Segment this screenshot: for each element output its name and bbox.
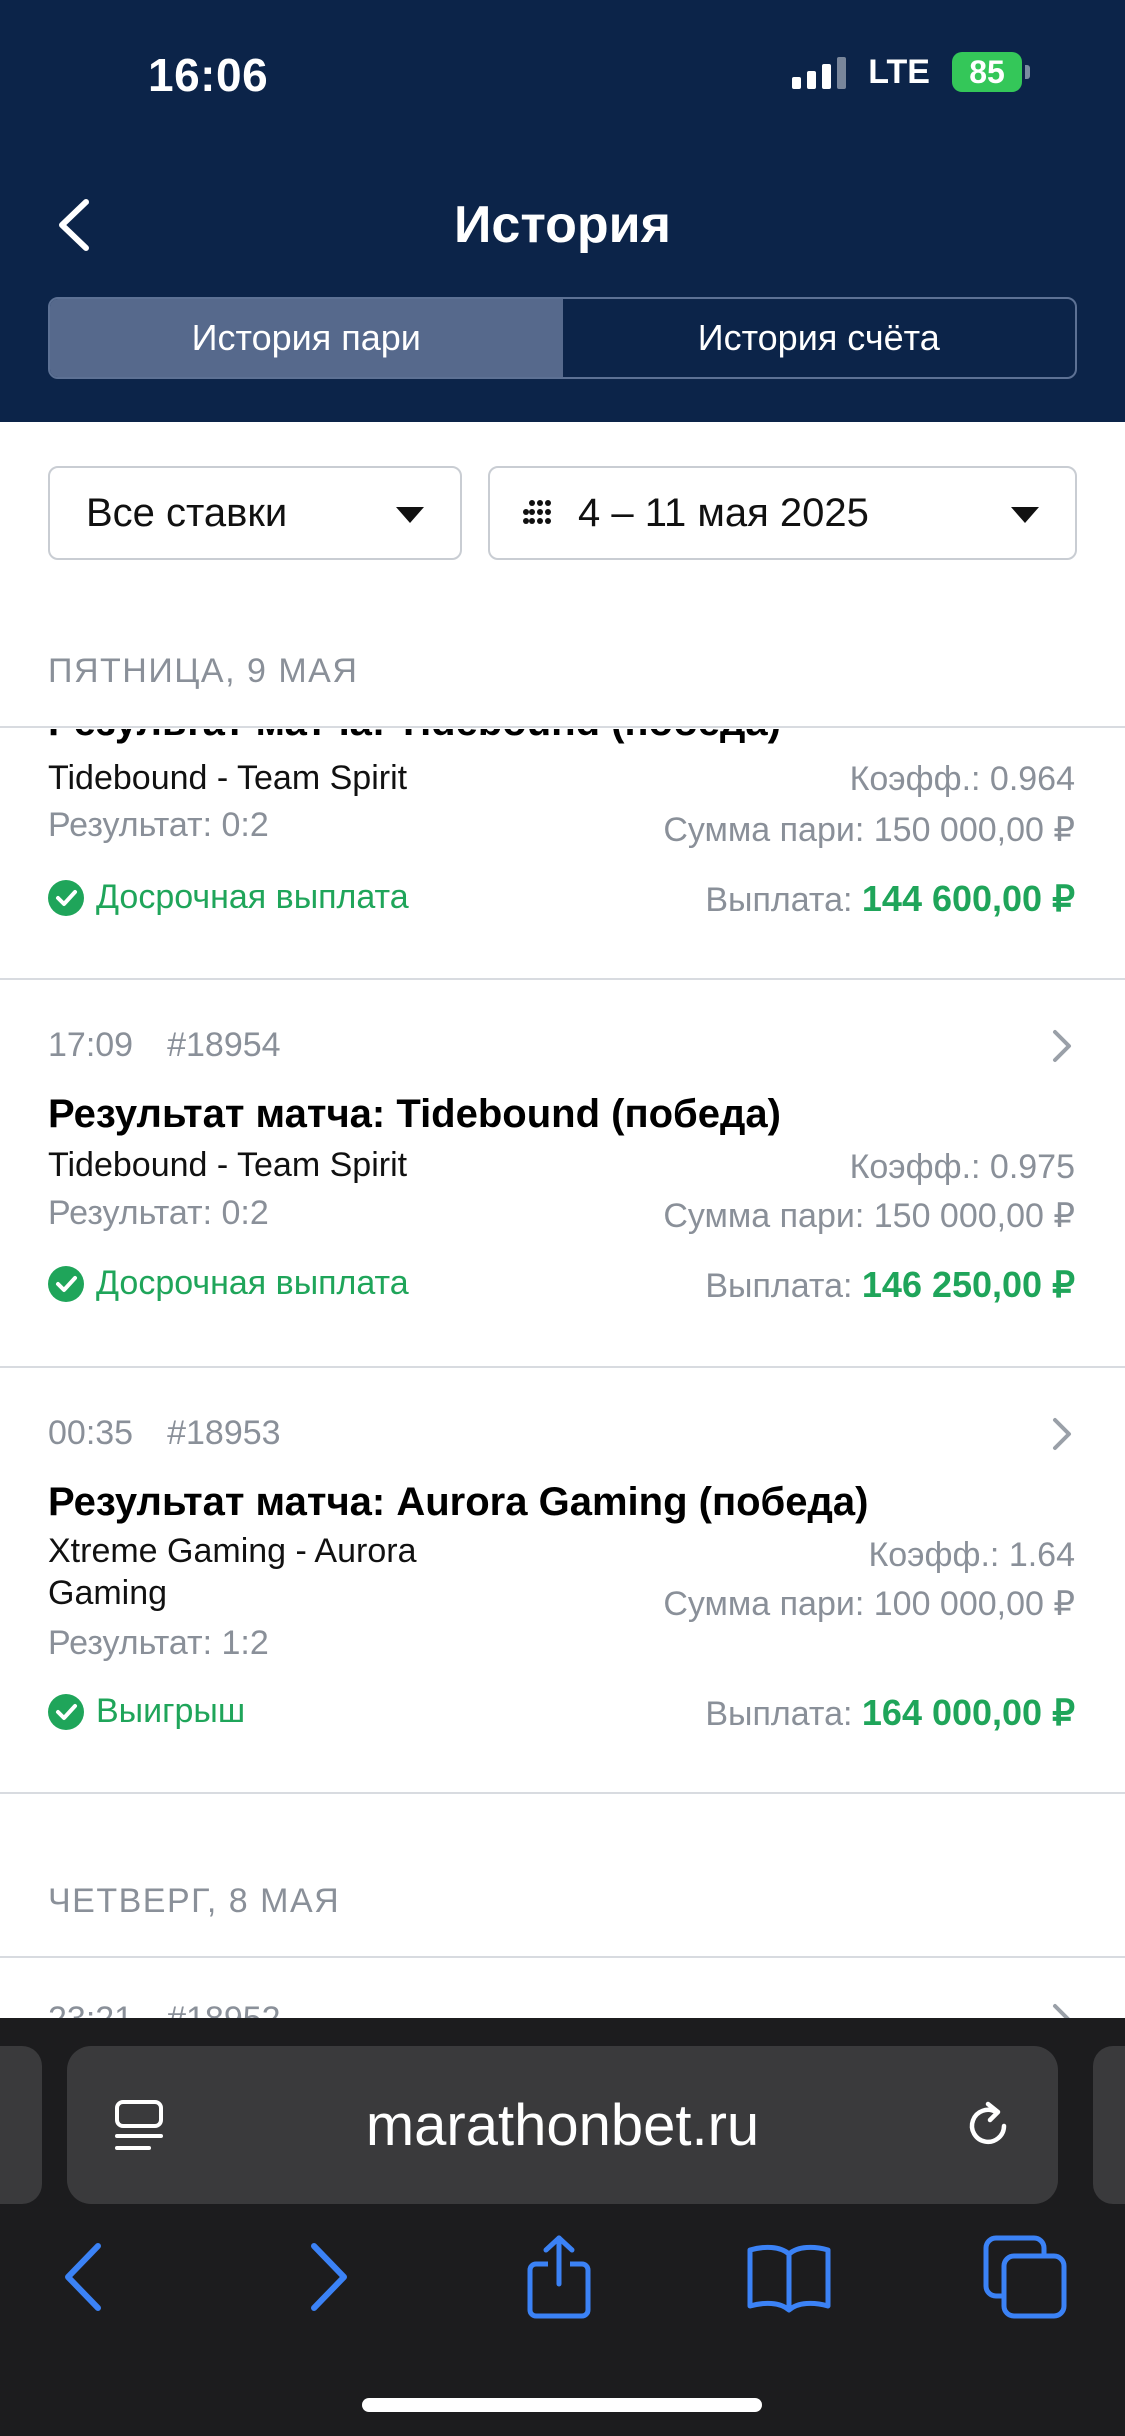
app-header: 16:06 LTE 85 История История пари Истори…	[0, 0, 1125, 422]
bet-id: #18954	[167, 1026, 281, 1064]
bet-status: Досрочная выплата	[48, 1264, 409, 1303]
payout-value: 164 000,00 ₽	[861, 1692, 1075, 1733]
bet-title: Результат матча: Tidebound (победа)	[48, 700, 781, 744]
next-tab-preview[interactable]	[1093, 2046, 1125, 2204]
bet-status-label: Выигрыш	[96, 1692, 246, 1730]
bet-status-label: Досрочная выплата	[96, 878, 409, 916]
battery-icon: 85	[952, 52, 1030, 92]
browser-forward-icon[interactable]	[282, 2232, 372, 2322]
bet-payout: Выплата: 144 600,00 ₽	[705, 878, 1075, 920]
bet-type-value: Все ставки	[86, 490, 288, 535]
bet-title: Результат матча: Tidebound (победа)	[48, 1092, 781, 1136]
bet-coef: Коэфф.: 1.64	[868, 1536, 1075, 1574]
address-bar[interactable]: marathonbet.ru	[67, 2046, 1058, 2204]
tab-bet-history[interactable]: История пари	[50, 299, 563, 377]
bet-result: Результат: 0:2	[48, 806, 269, 844]
divider	[0, 978, 1125, 980]
network-type: LTE	[868, 52, 930, 91]
bet-result: Результат: 1:2	[48, 1624, 269, 1662]
bet-teams: Xtreme Gaming - Aurora Gaming	[48, 1532, 417, 1612]
bet-meta: 17:09 #18954	[48, 1026, 281, 1065]
divider	[0, 726, 1125, 728]
bookmarks-icon[interactable]	[744, 2232, 834, 2322]
browser-nav	[0, 2232, 1125, 2342]
bet-payout: Выплата: 146 250,00 ₽	[705, 1264, 1075, 1306]
check-circle-icon	[48, 879, 84, 916]
date-range-select[interactable]: 4 – 11 мая 2025	[488, 466, 1077, 560]
dropdown-caret-icon	[396, 507, 424, 523]
tab-account-history[interactable]: История счёта	[563, 299, 1076, 377]
bet-teams: Tidebound - Team Spirit	[48, 1146, 408, 1184]
reload-icon[interactable]	[958, 2096, 1018, 2156]
check-circle-icon	[48, 1693, 84, 1730]
section-date: ЧЕТВЕРГ, 8 МАЯ	[48, 1882, 341, 1920]
browser-toolbar: marathonbet.ru	[0, 2018, 1125, 2436]
payout-value: 144 600,00 ₽	[861, 878, 1075, 919]
divider	[0, 1366, 1125, 1368]
bet-id: #18953	[167, 1414, 281, 1452]
payout-value: 146 250,00 ₽	[861, 1264, 1075, 1305]
battery-level: 85	[952, 52, 1022, 92]
bet-stake: Сумма пари: 100 000,00 ₽	[663, 1585, 1075, 1623]
bet-stake: Сумма пари: 150 000,00 ₽	[663, 811, 1075, 849]
previous-tab-preview[interactable]	[0, 2046, 42, 2204]
divider	[0, 1956, 1125, 1958]
bet-stake: Сумма пари: 150 000,00 ₽	[663, 1197, 1075, 1235]
payout-label: Выплата:	[705, 1267, 862, 1305]
bet-teams: Tidebound - Team Spirit	[48, 759, 408, 797]
payout-label: Выплата:	[705, 1695, 862, 1733]
dropdown-caret-icon	[1011, 507, 1039, 523]
history-tabs: История пари История счёта	[48, 297, 1077, 379]
payout-label: Выплата:	[705, 881, 862, 919]
bet-status-label: Досрочная выплата	[96, 1264, 409, 1302]
signal-icon	[792, 55, 847, 89]
url-text: marathonbet.ru	[365, 2093, 760, 2158]
bet-time: 17:09	[48, 1026, 134, 1064]
page-title: История	[454, 196, 671, 254]
share-icon[interactable]	[514, 2232, 604, 2322]
bet-coef: Коэфф.: 0.975	[849, 1148, 1075, 1186]
check-circle-icon	[48, 1265, 84, 1302]
status-indicators: LTE 85	[792, 52, 1030, 92]
bet-meta: 00:35 #18953	[48, 1414, 281, 1453]
date-range-value: 4 – 11 мая 2025	[578, 490, 869, 535]
bet-time: 00:35	[48, 1414, 134, 1452]
chevron-right-icon	[1053, 1418, 1071, 1450]
chevron-right-icon	[1053, 1030, 1071, 1062]
bet-title: Результат матча: Aurora Gaming (победа)	[48, 1480, 869, 1524]
browser-back-icon[interactable]	[40, 2232, 130, 2322]
bet-result: Результат: 0:2	[48, 1194, 269, 1232]
bet-type-select[interactable]: Все ставки	[48, 466, 462, 560]
bet-payout: Выплата: 164 000,00 ₽	[705, 1692, 1075, 1734]
bet-status: Досрочная выплата	[48, 878, 409, 917]
section-date: ПЯТНИЦА, 9 МАЯ	[48, 652, 359, 690]
home-indicator	[362, 2398, 762, 2412]
bet-coef: Коэфф.: 0.964	[849, 760, 1075, 798]
bet-status: Выигрыш	[48, 1692, 245, 1731]
divider	[0, 1792, 1125, 1794]
tabs-icon[interactable]	[980, 2232, 1070, 2322]
status-time: 16:06	[148, 49, 269, 101]
calendar-icon	[523, 500, 551, 524]
